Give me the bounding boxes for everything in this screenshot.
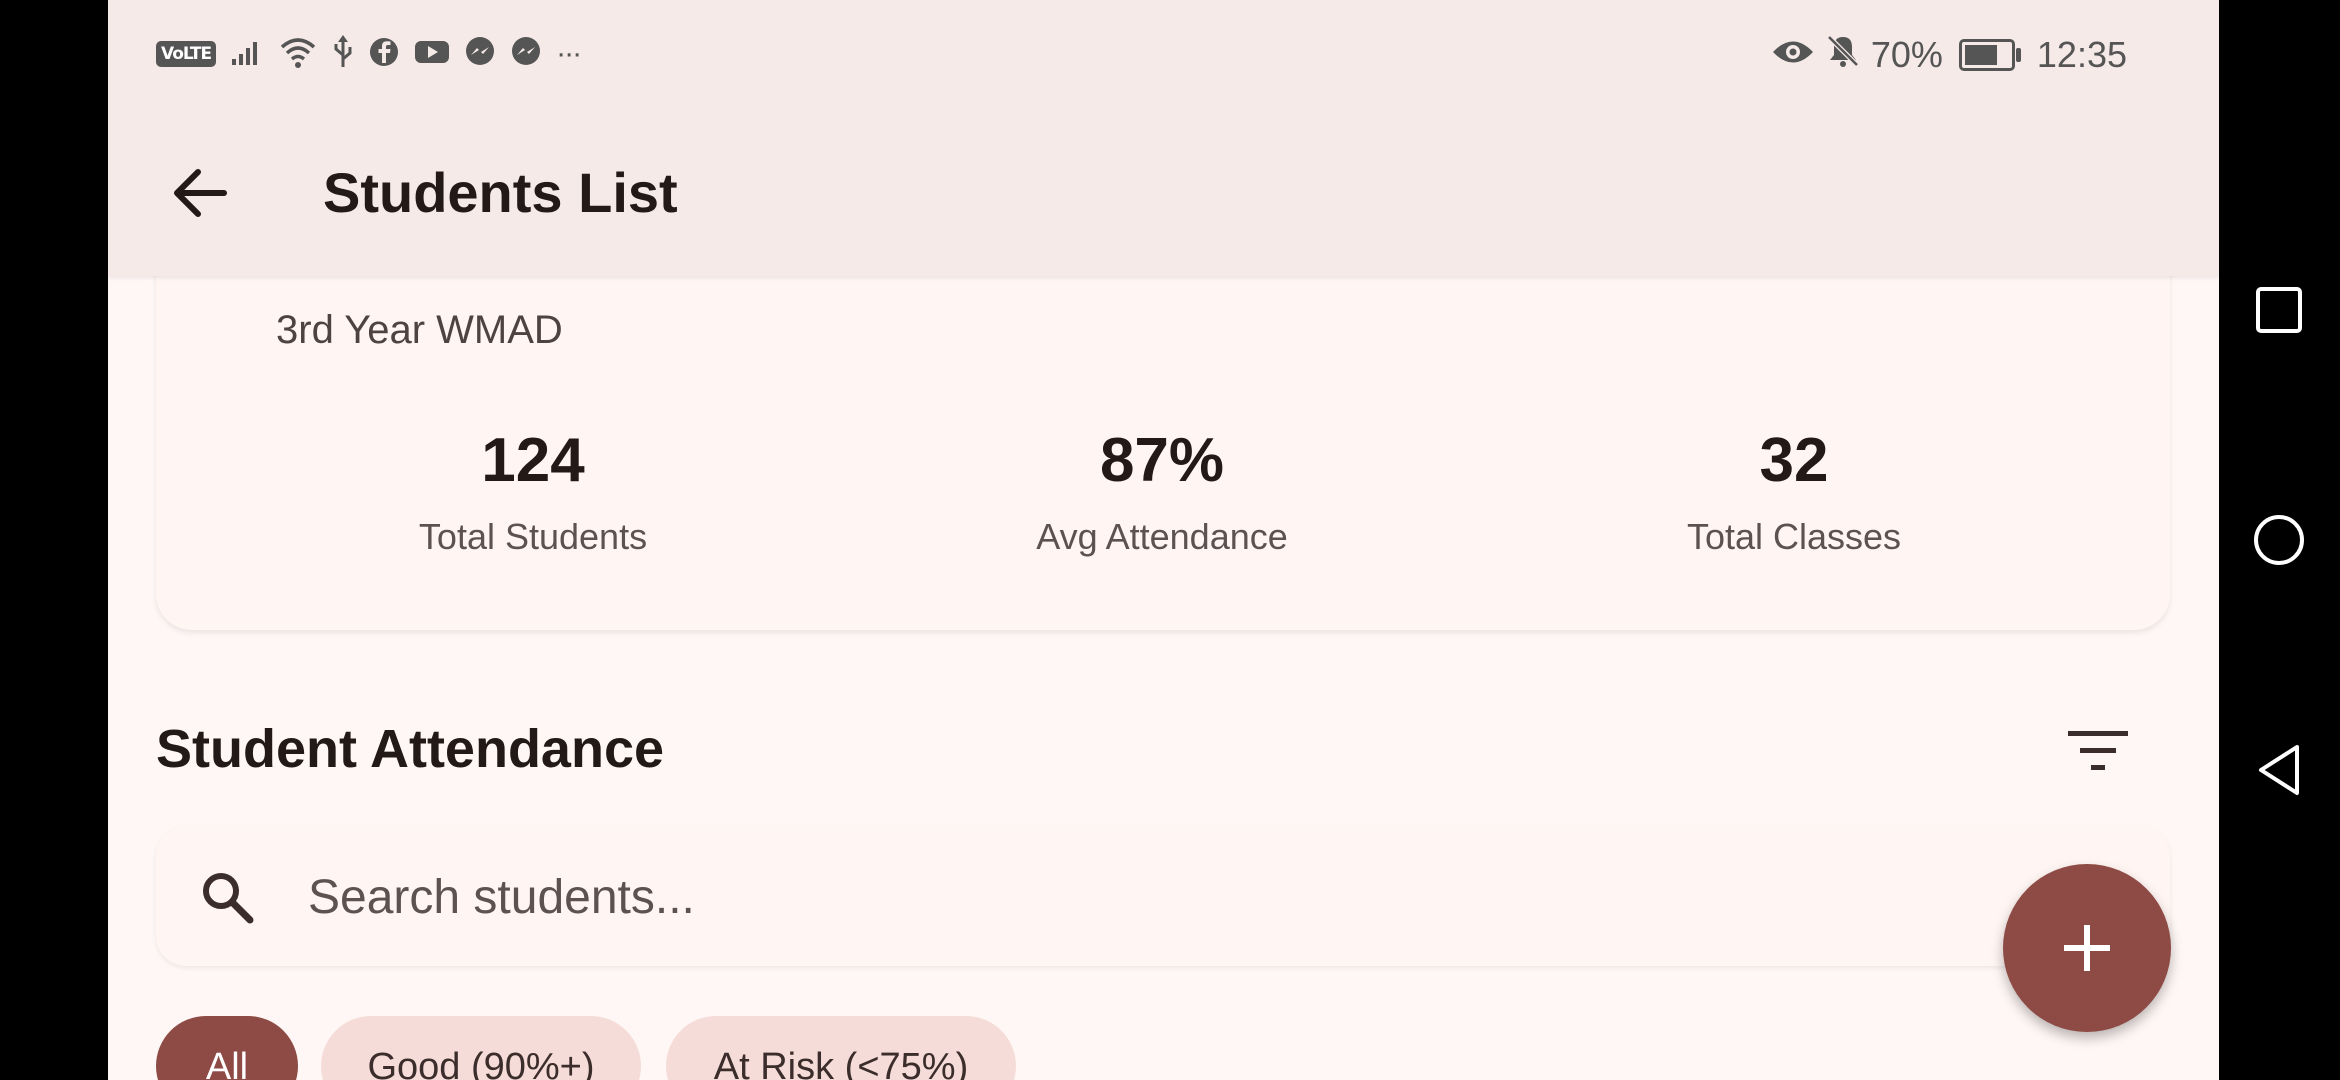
square-icon [2256, 287, 2302, 333]
filter-chip-all[interactable]: All [156, 1016, 298, 1080]
back-button[interactable] [160, 158, 240, 228]
search-input[interactable] [306, 856, 2010, 938]
status-bar-left: VoLTE ··· [156, 34, 582, 74]
add-student-fab[interactable] [2003, 864, 2171, 1032]
stat-label: Total Students [418, 516, 648, 557]
volte-icon: VoLTE [156, 41, 217, 67]
youtube-icon [414, 38, 450, 71]
search-icon [198, 868, 258, 933]
filter-chip-at-risk[interactable]: At Risk (<75%) [666, 1016, 1016, 1080]
usb-icon [332, 34, 354, 74]
filter-icon [2068, 731, 2128, 770]
stat-value: 87% [1099, 426, 1225, 495]
stat-avg-attendance: 87% Avg Attendance [952, 425, 1372, 558]
stat-label: Avg Attendance [1036, 516, 1288, 557]
search-bar[interactable] [156, 826, 2170, 966]
battery-icon [1958, 39, 2021, 71]
triangle-back-icon [2259, 745, 2299, 795]
section-title: Student Attendance [156, 719, 665, 779]
system-nav-bar [2219, 0, 2340, 1080]
stat-total-students: 124 Total Students [323, 425, 743, 558]
stat-total-classes: 32 Total Classes [1584, 425, 2004, 558]
stat-value: 124 [481, 426, 585, 495]
bell-off-icon [1825, 33, 1861, 78]
back-nav-button[interactable] [2249, 740, 2309, 800]
battery-percent: 70% [1870, 34, 1943, 75]
messenger-icon [464, 36, 496, 73]
facebook-icon [368, 36, 400, 73]
filter-chip-good[interactable]: Good (90%+) [321, 1016, 641, 1080]
circle-icon [2254, 515, 2304, 565]
arrow-left-icon [174, 169, 227, 217]
stat-value: 32 [1759, 426, 1829, 495]
app-screen: VoLTE ··· 70% 12:35 Students List 3rd Ye… [108, 0, 2219, 1080]
clock: 12:35 [2036, 34, 2127, 75]
plus-icon [2064, 925, 2110, 971]
top-app-bar: VoLTE ··· 70% 12:35 Students List [108, 0, 2219, 276]
wifi-icon [278, 35, 318, 74]
page-title: Students List [323, 161, 678, 224]
signal-icon [230, 37, 264, 72]
more-icon: ··· [556, 37, 582, 70]
home-button[interactable] [2249, 510, 2309, 570]
messenger-icon [510, 36, 542, 73]
status-bar-right: 70% 12:35 [1771, 30, 2127, 80]
class-name: 3rd Year WMAD [276, 308, 563, 352]
recents-button[interactable] [2249, 280, 2309, 340]
eye-icon [1771, 34, 1815, 76]
stat-label: Total Classes [1686, 516, 1902, 557]
filter-button[interactable] [2058, 715, 2138, 787]
